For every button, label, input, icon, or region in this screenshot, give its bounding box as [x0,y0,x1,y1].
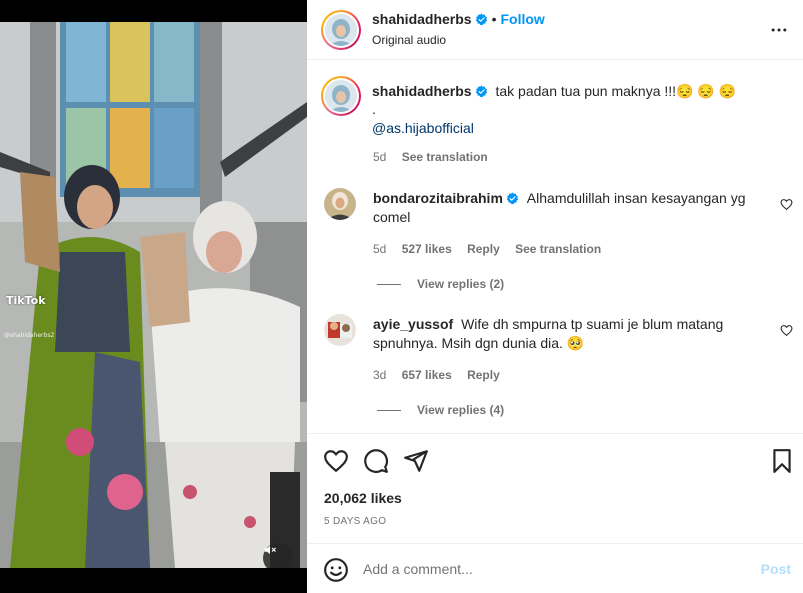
view-replies-label: View replies (2) [417,277,505,291]
comment-avatar-image [324,188,356,220]
speaker-muted-icon [264,545,276,555]
add-comment-bar: Post [307,543,803,593]
audio-label[interactable]: Original audio [372,33,446,47]
caption-age[interactable]: 5d [373,150,386,164]
comment-username[interactable]: bondarozitaibrahim [373,190,503,206]
comment-body: ayie_yussof Wife dh smpurna tp suami je … [373,315,753,353]
post-date[interactable]: 5 DAYS AGO [324,516,386,527]
comment-username[interactable]: ayie_yussof [373,316,453,332]
comment-age[interactable]: 3d [373,368,386,382]
add-comment-input[interactable] [363,557,743,581]
share-send-icon[interactable] [403,448,429,474]
comment-see-translation[interactable]: See translation [515,242,601,256]
caption-text: tak padan tua pun maknya !!!😔 😔 😔 [495,83,737,99]
video-frame-scene [0,22,307,568]
view-replies-label: View replies (4) [417,403,505,417]
verified-badge-icon [475,13,487,25]
post-header: shahidadherbs • Follow Original audio [307,0,803,60]
view-replies-button[interactable]: View replies (2) [377,277,504,291]
comment-avatar-image [324,314,356,346]
comment-avatar[interactable] [324,314,356,346]
video-pane[interactable]: TikTok @shahidaherbs2 [0,0,307,593]
comment-age[interactable]: 5d [373,242,386,256]
verified-badge-icon [475,85,487,98]
comment-reply-button[interactable]: Reply [467,368,500,382]
caption-avatar-image [325,80,357,112]
tiktok-watermark: TikTok [6,294,46,307]
header-separator: • [491,11,497,27]
comment-likes[interactable]: 527 likes [402,242,452,256]
caption-line2: . [372,101,376,117]
author-avatar[interactable] [321,10,361,50]
comment-likes[interactable]: 657 likes [402,368,452,382]
caption-meta: 5d See translation [373,150,500,164]
caption-username[interactable]: shahidadherbs [372,83,472,99]
author-avatar-image [325,14,357,46]
like-heart-icon[interactable] [323,448,349,474]
post-actions: 20,062 likes 5 DAYS AGO [307,433,803,543]
caption-see-translation[interactable]: See translation [402,150,488,164]
comment-bubble-icon[interactable] [363,448,389,474]
comment-meta: 3d 657 likes Reply [373,368,512,382]
post-details-pane: shahidadherbs • Follow Original audio sh… [307,0,803,593]
comment-reply-button[interactable]: Reply [467,242,500,256]
comment-like-heart-icon[interactable] [780,198,793,211]
tiktok-handle-watermark: @shahidaherbs2 [4,332,55,339]
caption-avatar[interactable] [321,76,361,116]
more-horizontal-icon[interactable] [769,20,789,40]
comments-section[interactable]: shahidadherbs tak padan tua pun maknya !… [307,61,803,433]
mute-button[interactable] [263,543,293,568]
view-replies-line [377,283,401,285]
follow-button[interactable]: Follow [501,11,545,27]
view-replies-button[interactable]: View replies (4) [377,403,504,417]
video-player[interactable]: TikTok @shahidaherbs2 [0,22,307,568]
comment-like-heart-icon[interactable] [780,324,793,337]
comment-meta: 5d 527 likes Reply See translation [373,242,613,256]
author-username[interactable]: shahidadherbs [372,11,472,27]
likes-count[interactable]: 20,062 likes [324,490,402,506]
save-bookmark-icon[interactable] [769,448,795,474]
comment-body: bondarozitaibrahim Alhamdulillah insan k… [373,189,753,227]
comment-avatar[interactable] [324,188,356,220]
caption-mention-link[interactable]: @as.hijabofficial [372,120,474,136]
emoji-smiley-icon[interactable] [323,557,349,583]
verified-badge-icon [506,192,519,205]
post-comment-button[interactable]: Post [761,561,791,577]
caption-body: shahidadherbs tak padan tua pun maknya !… [372,82,772,137]
view-replies-line [377,409,401,411]
